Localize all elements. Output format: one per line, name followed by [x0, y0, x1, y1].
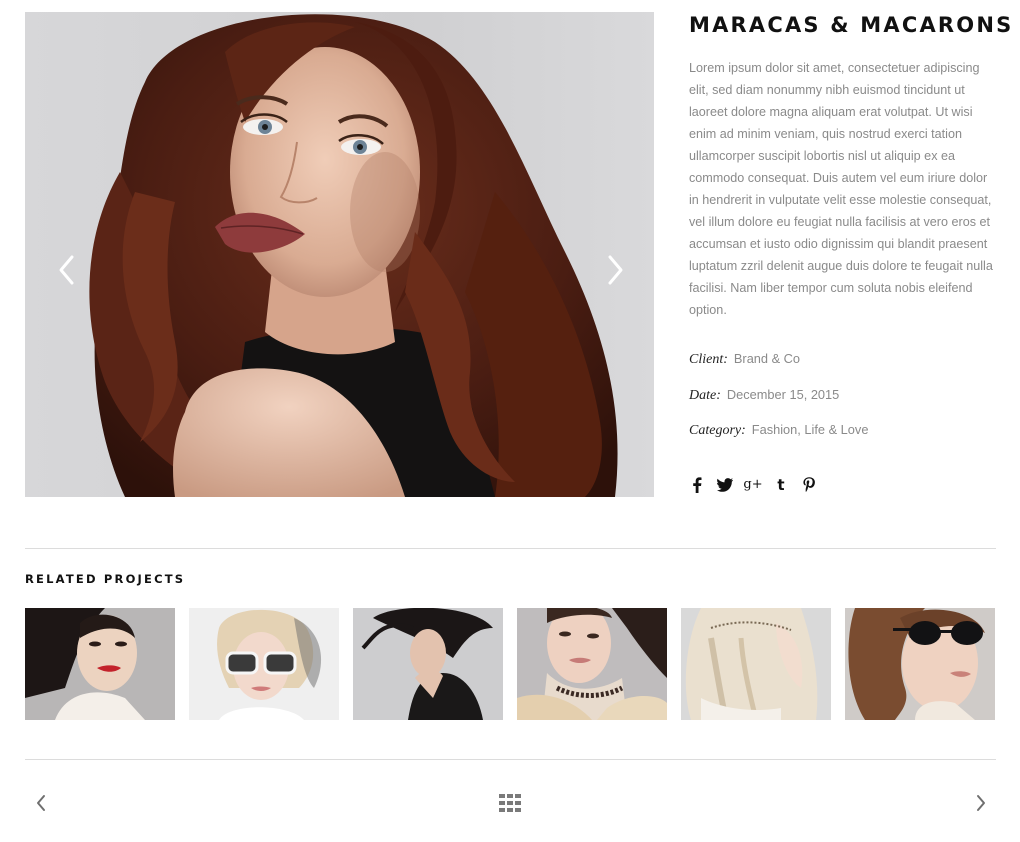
project-title: MARACAS & MACARONS	[689, 13, 1014, 37]
meta-category-label: Category:	[689, 423, 746, 438]
grid-icon	[499, 794, 521, 812]
tumblr-icon[interactable]: t	[773, 477, 789, 493]
section-divider-bottom	[25, 759, 996, 760]
chevron-right-icon	[977, 795, 985, 811]
all-projects-button[interactable]	[498, 790, 522, 816]
google-plus-glyph: g+	[743, 476, 763, 492]
chevron-left-icon	[59, 255, 74, 285]
next-project-button[interactable]	[969, 790, 993, 816]
section-divider	[25, 548, 996, 549]
meta-category-value: Fashion, Life & Love	[751, 422, 869, 437]
facebook-icon[interactable]	[689, 476, 705, 493]
slider-prev-button[interactable]	[53, 250, 81, 290]
related-projects-heading: RELATED PROJECTS	[25, 572, 186, 586]
meta-client: Client: Brand & Co	[689, 351, 999, 387]
meta-date-value: December 15, 2015	[726, 386, 840, 402]
related-project-thumb[interactable]	[517, 608, 667, 720]
related-project-thumb[interactable]	[25, 608, 175, 720]
meta-category: Category: Fashion, Life & Love	[689, 422, 999, 458]
portrait-photo	[25, 12, 654, 497]
portfolio-single-page: MARACAS & MACARONS Lorem ipsum dolor sit…	[0, 0, 1020, 842]
tumblr-glyph: t	[777, 475, 785, 494]
related-project-thumb[interactable]	[681, 608, 831, 720]
twitter-icon[interactable]	[717, 477, 733, 493]
meta-date-label: Date:	[689, 387, 721, 403]
project-meta: Client: Brand & Co Date: December 15, 20…	[689, 351, 999, 458]
project-description: Lorem ipsum dolor sit amet, consectetuer…	[689, 61, 993, 317]
meta-client-label: Client:	[689, 352, 728, 367]
project-details: MARACAS & MACARONS Lorem ipsum dolor sit…	[689, 12, 1014, 496]
related-project-thumb[interactable]	[189, 608, 339, 720]
project-image-slider	[25, 12, 654, 497]
related-project-thumb[interactable]	[353, 608, 503, 720]
previous-project-button[interactable]	[29, 790, 53, 816]
slider-next-button[interactable]	[601, 250, 629, 290]
meta-date: Date: December 15, 2015	[689, 387, 999, 423]
google-plus-icon[interactable]: g+	[743, 476, 763, 493]
related-projects-list	[25, 608, 995, 720]
social-share: g+ t	[689, 474, 999, 496]
related-project-thumb[interactable]	[845, 608, 995, 720]
pinterest-icon[interactable]	[801, 476, 817, 493]
chevron-right-icon	[608, 255, 623, 285]
meta-client-value: Brand & Co	[733, 351, 801, 366]
chevron-left-icon	[37, 795, 45, 811]
